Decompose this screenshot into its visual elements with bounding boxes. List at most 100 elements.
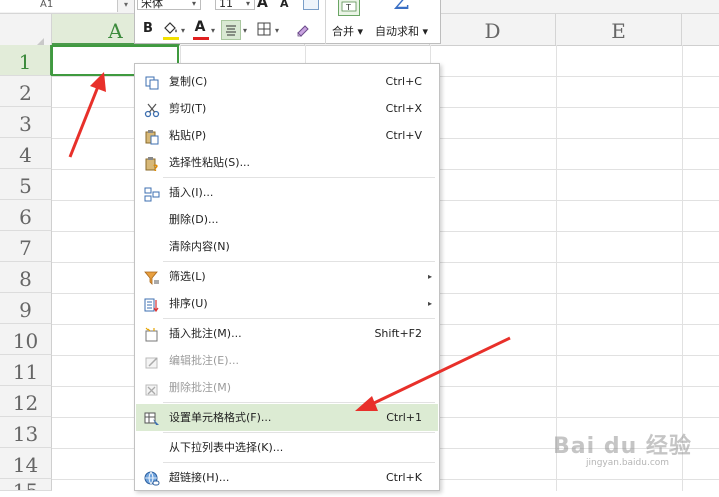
copy-icon — [144, 74, 160, 90]
menu-item-filter[interactable]: 筛选(L) ▸ — [136, 263, 438, 290]
sort-icon — [144, 296, 160, 313]
menu-item-label: 删除批注(M) — [169, 381, 232, 394]
paste-icon — [144, 128, 160, 145]
menu-item-cut[interactable]: 剪切(T) Ctrl+X — [136, 95, 438, 122]
filter-icon — [144, 269, 160, 285]
chevron-down-icon[interactable]: ▾ — [275, 24, 279, 38]
chevron-down-icon[interactable]: ▾ — [211, 24, 215, 38]
edit-comment-icon — [144, 353, 160, 369]
menu-item-hyperlink[interactable]: 超链接(H)... Ctrl+K — [136, 464, 438, 491]
scissors-icon — [144, 101, 160, 118]
row-header-3[interactable]: 3 — [0, 107, 52, 138]
format-cells-icon — [144, 410, 160, 426]
watermark-url: jingyan.baidu.com — [586, 458, 670, 468]
menu-item-shortcut: Ctrl+1 — [386, 411, 422, 424]
hyperlink-icon — [144, 470, 160, 486]
row-header-12[interactable]: 12 — [0, 386, 52, 417]
context-menu: 复制(C) Ctrl+C 剪切(T) Ctrl+X 粘贴(P) Ctrl+V ?… — [134, 63, 440, 491]
select-all-corner[interactable] — [0, 14, 52, 50]
menu-item-label: 剪切(T) — [169, 102, 207, 115]
menu-item-delete-comment: 删除批注(M) — [136, 374, 438, 401]
chevron-down-icon[interactable]: ▾ — [181, 24, 185, 38]
name-box-dropdown-icon[interactable]: ▾ — [124, 0, 128, 10]
menu-item-delete[interactable]: 删除(D)... — [136, 206, 438, 233]
menu-item-shortcut: Ctrl+V — [385, 129, 422, 142]
menu-separator — [163, 432, 435, 433]
row-header-11[interactable]: 11 — [0, 355, 52, 386]
watermark-logo: Bai du 经验 — [553, 434, 692, 459]
svg-text:?: ? — [153, 164, 158, 172]
row-header-1[interactable]: 1 — [0, 45, 52, 76]
menu-item-shortcut: Shift+F2 — [374, 327, 422, 340]
row-header-6[interactable]: 6 — [0, 200, 52, 231]
menu-item-shortcut: Ctrl+C — [385, 75, 422, 88]
eraser-icon — [297, 25, 309, 37]
mini-toolbar: 宋体 ▾ 11 ▾ A A B ▾ A ▾ ▾ ▾ T 合并 ▾ Σ 自动求和 … — [134, 0, 441, 44]
chevron-down-icon[interactable]: ▾ — [243, 24, 247, 38]
menu-separator — [163, 261, 435, 262]
chevron-down-icon[interactable]: ▾ — [192, 0, 196, 11]
menu-item-pick-from-list[interactable]: 从下拉列表中选择(K)... — [136, 434, 438, 461]
row-header-15[interactable]: 15 — [0, 479, 52, 491]
toolbar-separator — [325, 0, 326, 44]
row-header-10[interactable]: 10 — [0, 324, 52, 355]
shrink-font-button[interactable]: A — [280, 0, 289, 11]
delete-comment-icon — [144, 380, 160, 396]
menu-separator — [163, 318, 435, 319]
menu-item-shortcut: Ctrl+K — [385, 471, 422, 484]
menu-item-clear-contents[interactable]: 清除内容(N) — [136, 233, 438, 260]
row-header-7[interactable]: 7 — [0, 231, 52, 262]
menu-separator — [163, 402, 435, 403]
menu-item-label: 复制(C) — [169, 75, 208, 88]
borders-icon — [257, 22, 271, 36]
menu-item-label: 插入批注(M)... — [169, 327, 242, 340]
insert-cells-icon — [144, 185, 160, 202]
column-header-f[interactable] — [682, 14, 719, 45]
chevron-down-icon[interactable]: ▾ — [246, 0, 250, 11]
menu-item-copy[interactable]: 复制(C) Ctrl+C — [136, 68, 438, 95]
column-header-d[interactable]: D — [430, 14, 556, 45]
grow-font-button[interactable]: A — [257, 0, 268, 10]
fill-color-swatch — [163, 37, 179, 40]
menu-item-label: 选择性粘贴(S)... — [169, 156, 251, 169]
menu-item-format-cells[interactable]: 设置单元格格式(F)... Ctrl+1 — [136, 404, 438, 431]
menu-item-label: 筛选(L) — [169, 270, 206, 283]
name-box[interactable]: A1 — [0, 0, 118, 12]
row-header-5[interactable]: 5 — [0, 169, 52, 200]
font-color-button[interactable]: A — [193, 20, 207, 34]
merge-glyph-icon: T — [341, 1, 357, 12]
autosum-icon[interactable]: Σ — [393, 0, 410, 13]
menu-item-edit-comment: 编辑批注(E)... — [136, 347, 438, 374]
bold-button[interactable]: B — [141, 22, 155, 36]
column-header-e[interactable]: E — [556, 14, 682, 45]
grid-line — [556, 45, 557, 491]
menu-item-paste[interactable]: 粘贴(P) Ctrl+V — [136, 122, 438, 149]
menu-separator — [163, 462, 435, 463]
merge-button[interactable]: 合并 ▾ — [332, 25, 363, 39]
row-header-14[interactable]: 14 — [0, 448, 52, 479]
clear-format-button[interactable] — [295, 22, 311, 38]
row-header-9[interactable]: 9 — [0, 293, 52, 324]
menu-item-insert-comment[interactable]: 插入批注(M)... Shift+F2 — [136, 320, 438, 347]
menu-item-label: 从下拉列表中选择(K)... — [169, 441, 284, 454]
menu-item-paste-special[interactable]: ? 选择性粘贴(S)... — [136, 149, 438, 176]
borders-button[interactable] — [257, 22, 271, 36]
autosum-button[interactable]: 自动求和 ▾ — [375, 25, 428, 39]
svg-text:T: T — [345, 3, 351, 12]
menu-item-label: 排序(U) — [169, 297, 208, 310]
menu-item-label: 设置单元格格式(F)... — [169, 411, 272, 424]
menu-item-insert[interactable]: 插入(I)... — [136, 179, 438, 206]
menu-item-label: 超链接(H)... — [169, 471, 230, 484]
submenu-arrow-icon: ▸ — [427, 299, 432, 308]
merge-cells-icon[interactable]: T — [338, 0, 360, 16]
row-header-4[interactable]: 4 — [0, 138, 52, 169]
align-center-button[interactable] — [221, 20, 241, 40]
font-color-swatch — [193, 37, 209, 40]
format-painter-icon[interactable] — [303, 0, 319, 10]
annotation-arrow-up-icon — [68, 72, 106, 158]
row-header-2[interactable]: 2 — [0, 76, 52, 107]
menu-item-sort[interactable]: 排序(U) ▸ — [136, 290, 438, 317]
row-header-13[interactable]: 13 — [0, 417, 52, 448]
menu-item-label: 删除(D)... — [169, 213, 219, 226]
row-header-8[interactable]: 8 — [0, 262, 52, 293]
